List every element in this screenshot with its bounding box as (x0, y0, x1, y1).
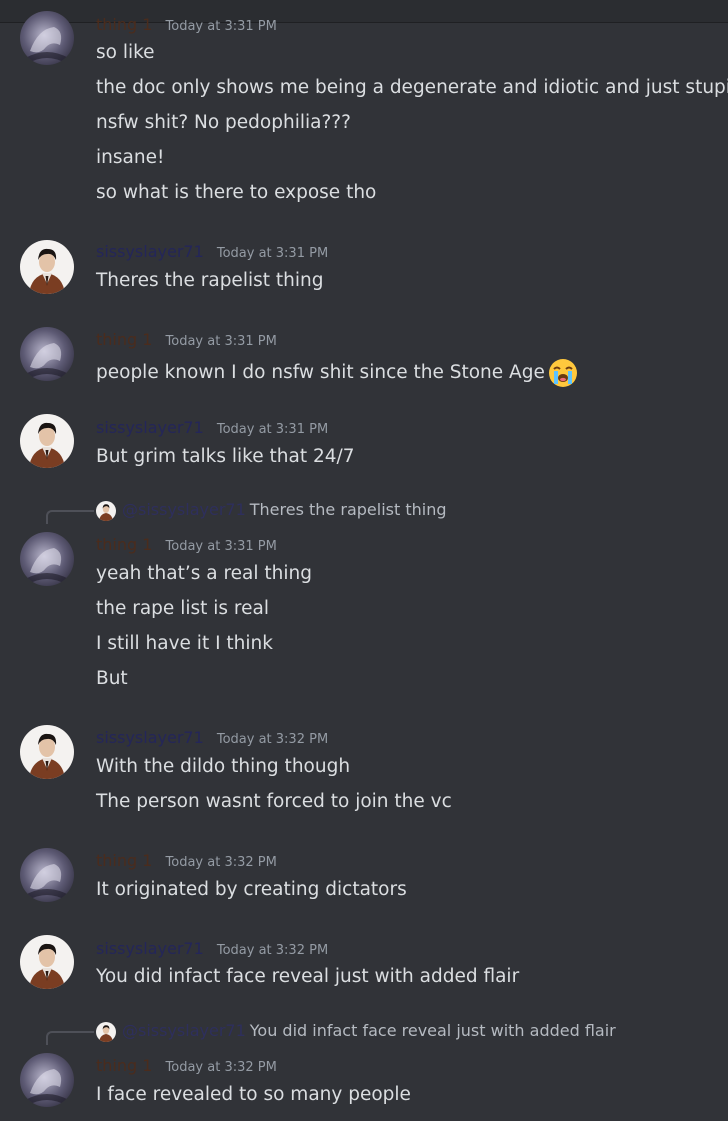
message-text: so like (96, 42, 155, 63)
message-text: nsfw shit? No pedophilia??? (96, 112, 351, 133)
message-text: so what is there to expose tho (96, 182, 377, 203)
reply-username[interactable]: @sissyslayer71 (122, 500, 246, 519)
message-text: I still have it I think (96, 633, 273, 654)
avatar[interactable] (20, 725, 74, 779)
message-text: It originated by creating dictators (96, 879, 407, 900)
reply-avatar (96, 1021, 116, 1042)
timestamp: Today at 3:31 PM (216, 422, 329, 437)
message-header: thing 1 Today at 3:31 PM (96, 535, 277, 555)
avatar[interactable] (20, 935, 74, 989)
message-text: Theres the rapelist thing (96, 270, 324, 291)
message-text: insane! (96, 147, 165, 168)
message-text: I face revealed to so many people (96, 1084, 411, 1105)
message-header: sissyslayer71 Today at 3:32 PM (96, 728, 328, 748)
timestamp: Today at 3:32 PM (165, 855, 277, 870)
timestamp: Today at 3:32 PM (165, 1060, 277, 1075)
username[interactable]: thing 1 (96, 851, 152, 870)
message-text: yeah that’s a real thing (96, 563, 312, 584)
reply-preview[interactable]: @sissyslayer71 Theres the rapelist thing (96, 500, 446, 522)
message-text-content: people known I do nsfw shit since the St… (96, 362, 545, 383)
reply-text[interactable]: Theres the rapelist thing (250, 500, 447, 519)
reply-preview[interactable]: @sissyslayer71 You did infact face reveal… (96, 1021, 616, 1043)
timestamp: Today at 3:31 PM (165, 19, 277, 34)
message-header: thing 1 Today at 3:31 PM (96, 330, 277, 350)
avatar[interactable] (20, 327, 74, 381)
avatar[interactable] (20, 11, 74, 65)
avatar[interactable] (20, 848, 74, 902)
message-text: the doc only shows me being a degenerate… (96, 77, 728, 98)
username[interactable]: sissyslayer71 (96, 728, 204, 747)
message-header: sissyslayer71 Today at 3:31 PM (96, 418, 328, 438)
message-text: With the dildo thing though (96, 756, 351, 777)
loudly-crying-face-icon[interactable] (547, 357, 579, 389)
timestamp: Today at 3:32 PM (216, 943, 329, 958)
message-text: But (96, 668, 128, 689)
message-header: thing 1 Today at 3:32 PM (96, 1056, 277, 1076)
avatar[interactable] (20, 1053, 74, 1107)
avatar[interactable] (20, 240, 74, 294)
username[interactable]: thing 1 (96, 535, 152, 554)
reply-spine (46, 1031, 94, 1045)
reply-spine (46, 510, 94, 524)
message-text: people known I do nsfw shit since the St… (96, 357, 579, 389)
message-text: You did infact face reveal just with add… (96, 966, 520, 987)
username[interactable]: thing 1 (96, 330, 152, 349)
message-header: sissyslayer71 Today at 3:32 PM (96, 939, 328, 959)
reply-text[interactable]: You did infact face reveal just with add… (250, 1021, 616, 1040)
message-header: thing 1 Today at 3:31 PM (96, 15, 277, 35)
avatar[interactable] (20, 532, 74, 586)
username[interactable]: sissyslayer71 (96, 418, 204, 437)
username[interactable]: sissyslayer71 (96, 939, 204, 958)
message-text: But grim talks like that 24/7 (96, 446, 355, 467)
reply-avatar (96, 500, 116, 521)
timestamp: Today at 3:31 PM (165, 539, 277, 554)
message-feed[interactable]: thing 1 Today at 3:31 PM so like the doc… (0, 0, 728, 1121)
message-text: the rape list is real (96, 598, 269, 619)
username[interactable]: thing 1 (96, 1056, 152, 1075)
username[interactable]: sissyslayer71 (96, 242, 204, 261)
timestamp: Today at 3:31 PM (216, 246, 329, 261)
timestamp: Today at 3:31 PM (165, 334, 277, 349)
reply-username[interactable]: @sissyslayer71 (122, 1021, 246, 1040)
message-text: The person wasnt forced to join the vc (96, 791, 452, 812)
username[interactable]: thing 1 (96, 15, 152, 34)
message-header: thing 1 Today at 3:32 PM (96, 851, 277, 871)
avatar[interactable] (20, 414, 74, 468)
message-header: sissyslayer71 Today at 3:31 PM (96, 242, 328, 262)
timestamp: Today at 3:32 PM (216, 732, 329, 747)
